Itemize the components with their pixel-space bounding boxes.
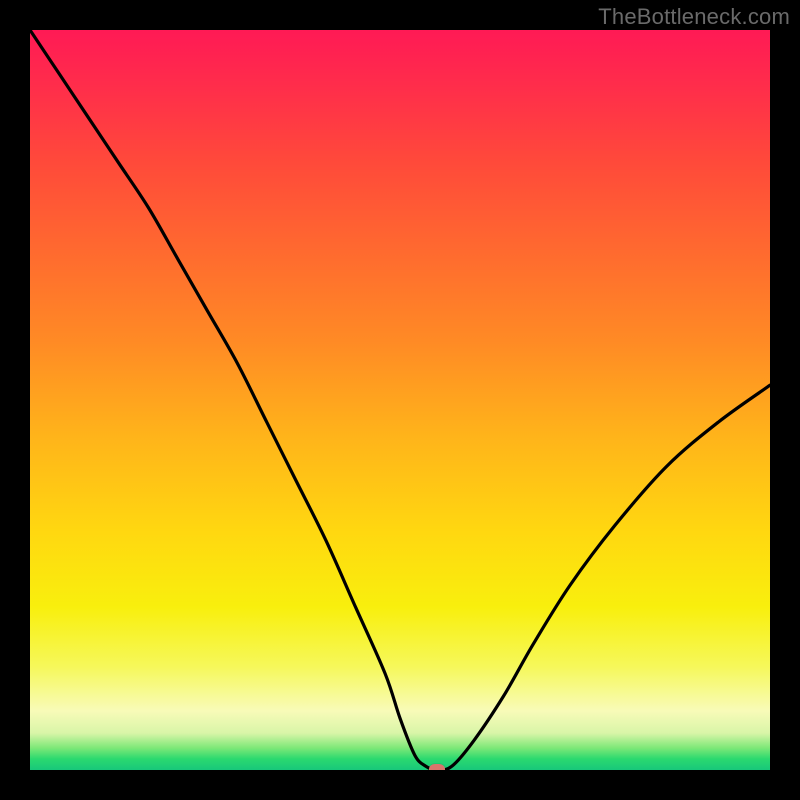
minimum-marker (429, 764, 445, 770)
bottleneck-curve (30, 30, 770, 770)
watermark-text: TheBottleneck.com (598, 4, 790, 30)
chart-stage: TheBottleneck.com (0, 0, 800, 800)
plot-area (30, 30, 770, 770)
